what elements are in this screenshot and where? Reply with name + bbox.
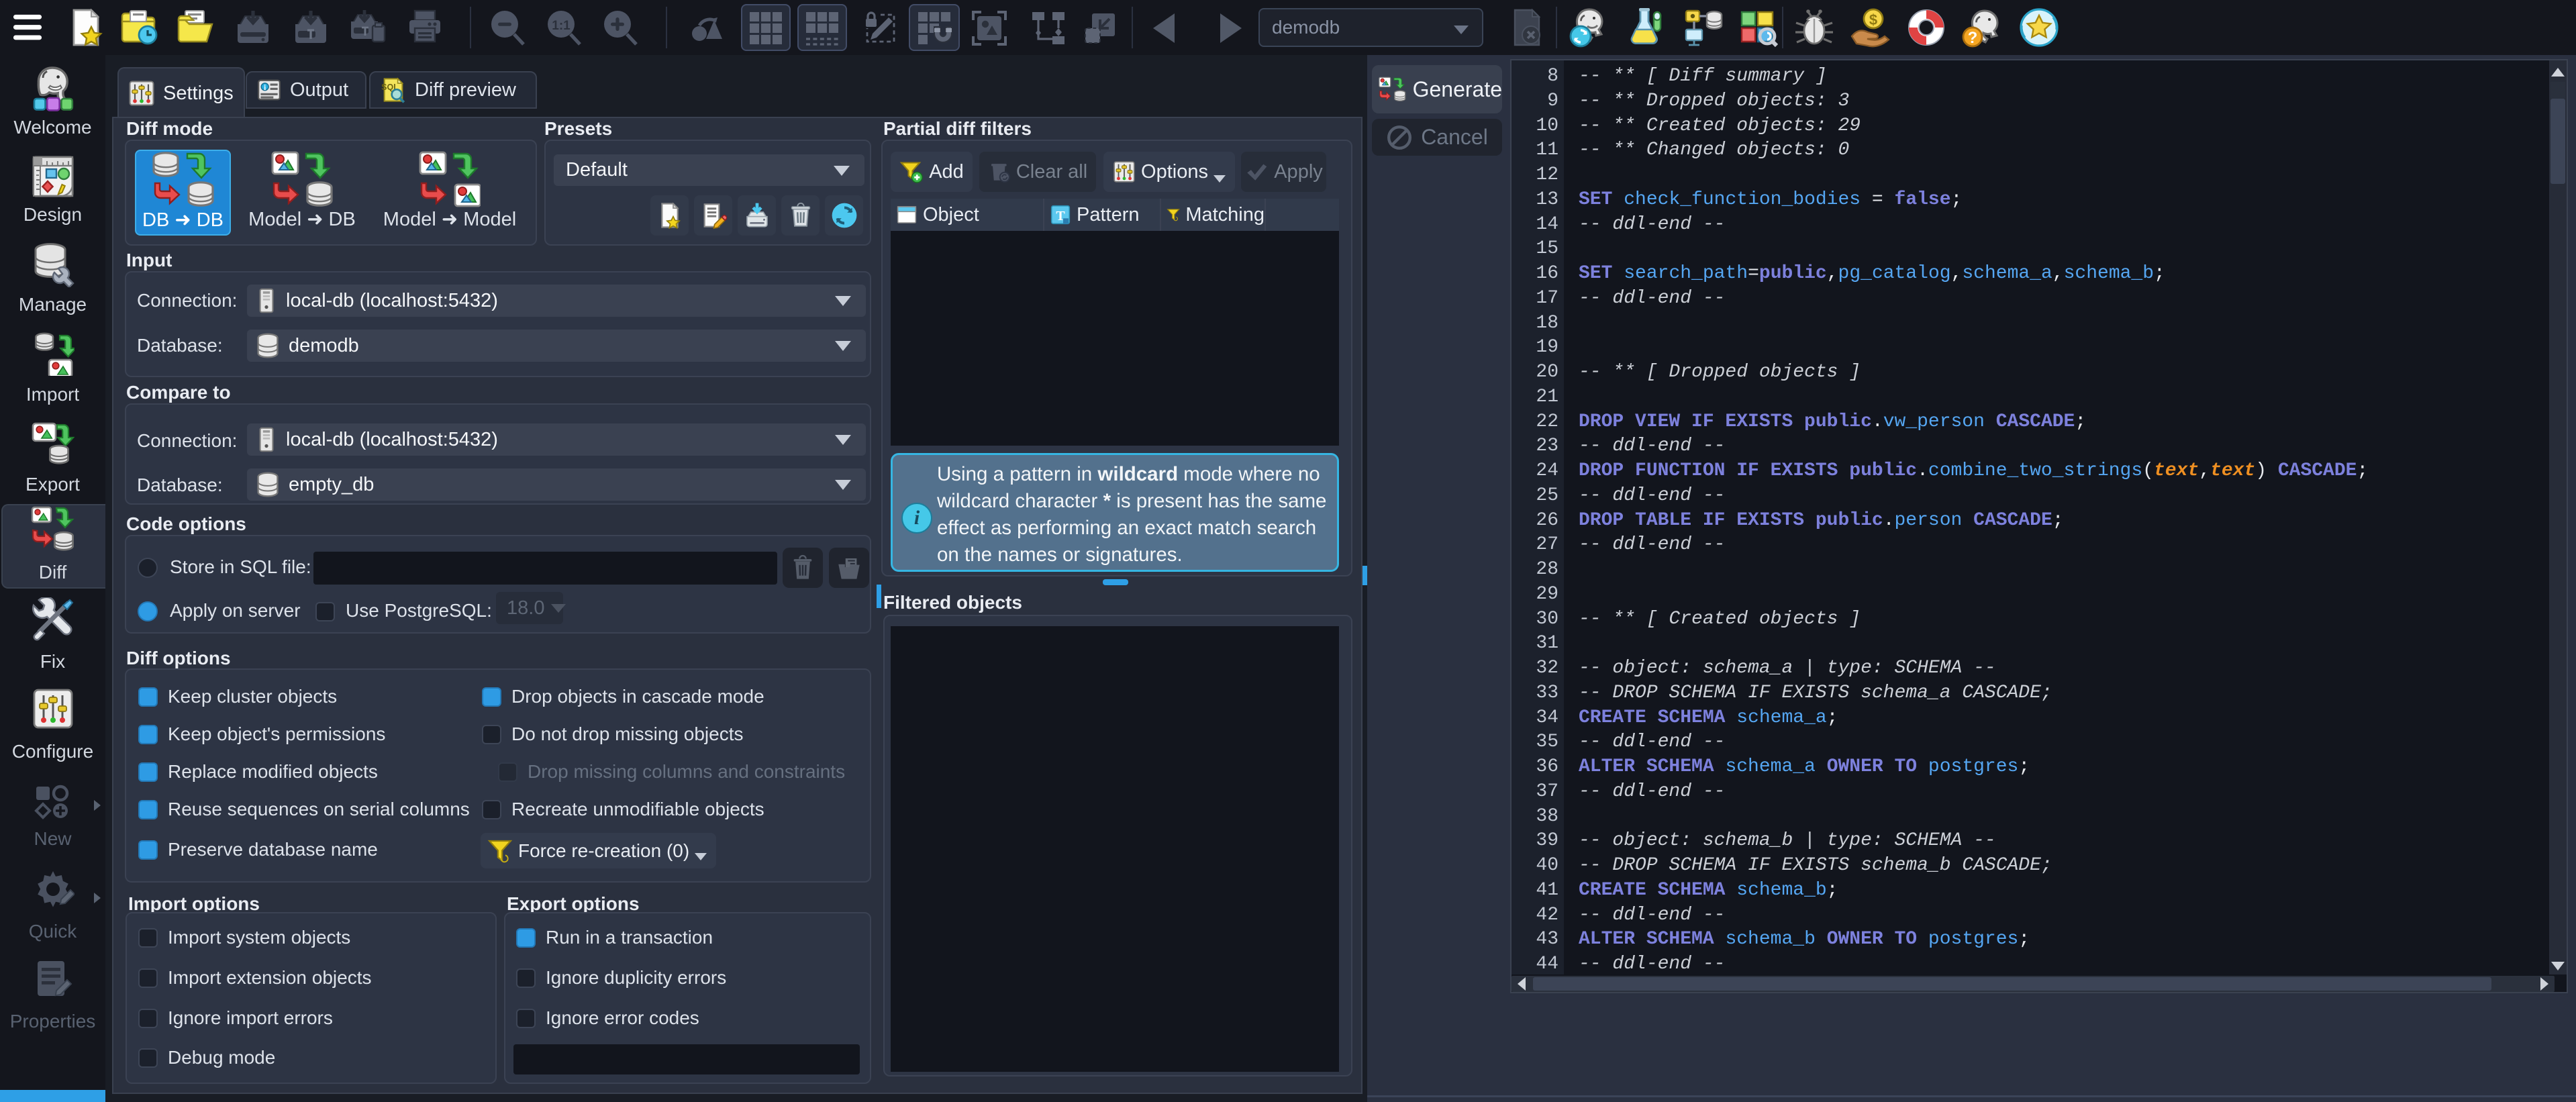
- svg-text:i: i: [264, 84, 266, 92]
- svg-text:?: ?: [1968, 29, 1978, 47]
- svg-text:$: $: [1869, 11, 1877, 28]
- svg-text:1:1: 1:1: [552, 19, 571, 33]
